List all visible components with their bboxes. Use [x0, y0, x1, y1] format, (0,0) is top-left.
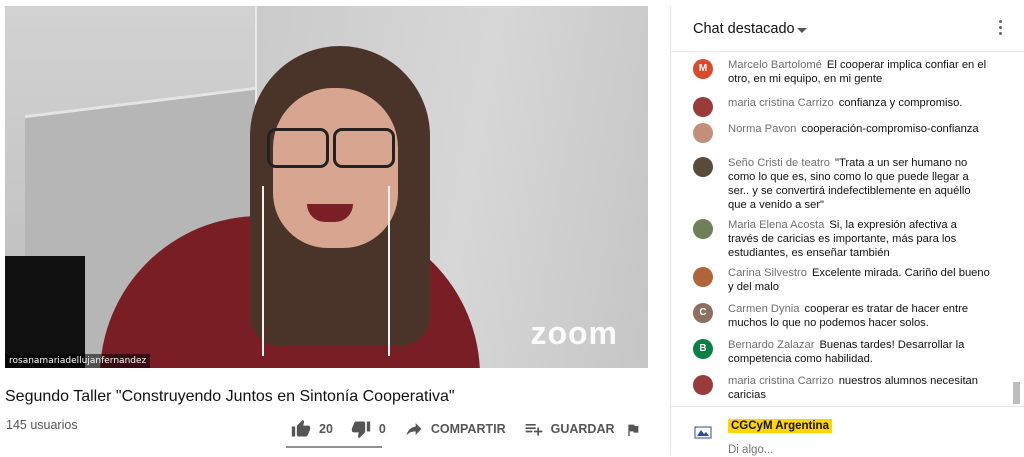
thumbs-down-icon — [351, 421, 371, 439]
chat-author-name[interactable]: Carina Silvestro — [728, 267, 807, 279]
earphone-cable-right — [388, 186, 390, 356]
author-avatar[interactable] — [693, 375, 713, 395]
author-avatar[interactable] — [693, 267, 713, 287]
chat-message-body: Carina Silvestro Excelente mirada. Cariño… — [728, 266, 990, 294]
chat-input-area: CGCyM Argentina — [671, 406, 1024, 457]
chat-message-body: Marcelo Bartolomé El cooperar implica con… — [728, 58, 990, 86]
chat-message-text: cooperación-compromiso-confianza — [801, 123, 979, 135]
chat-message-body: Maria Elena Acosta Si, la expresión afect… — [728, 218, 990, 260]
author-avatar[interactable] — [693, 123, 713, 143]
video-title: Segundo Taller "Construyendo Juntos en S… — [5, 388, 455, 405]
like-button[interactable]: 20 — [290, 419, 333, 439]
thumbs-up-icon — [291, 419, 311, 437]
more-vert-icon[interactable] — [999, 20, 1003, 36]
chat-author-name[interactable]: Marcelo Bartolomé — [728, 59, 822, 71]
chat-scroll-thumb[interactable] — [1013, 382, 1020, 404]
save-button[interactable]: GUARDAR — [523, 419, 615, 439]
speaker-glasses — [267, 128, 397, 168]
dislike-button[interactable]: 0 — [350, 419, 386, 439]
chat-user-name: CGCyM Argentina — [728, 419, 832, 433]
save-label: GUARDAR — [550, 422, 615, 436]
video-player[interactable]: rosanamariadellujanfernandez zoom — [5, 6, 648, 368]
live-chat-panel: Chat destacado M Marcelo Bartolomé El coop… — [670, 6, 1024, 457]
like-ratio-fill — [286, 446, 382, 448]
share-label: COMPARTIR — [430, 422, 506, 436]
playlist-add-icon — [525, 424, 542, 436]
share-button[interactable]: COMPARTIR — [403, 419, 506, 439]
chat-header: Chat destacado — [671, 6, 1024, 52]
chat-author-name[interactable]: Carmen Dynia — [728, 303, 800, 315]
chat-message-list: M Marcelo Bartolomé El cooperar implica co… — [671, 52, 1009, 404]
video-actions: 20 0 COMPARTIR GUARDAR — [290, 419, 632, 439]
dislike-count: 0 — [378, 422, 386, 436]
chat-message-text: confianza y compromiso. — [838, 97, 963, 109]
chat-message-body: Norma Pavon cooperación-compromiso-confia… — [728, 122, 990, 136]
chat-scrollbar[interactable] — [1011, 52, 1021, 404]
author-avatar[interactable]: B — [693, 339, 713, 359]
chat-message-body: maria cristina Carrizo confianza y compro… — [728, 96, 990, 110]
author-avatar[interactable]: M — [693, 59, 713, 79]
user-avatar-icon — [693, 423, 713, 443]
author-avatar[interactable]: C — [693, 303, 713, 323]
chat-author-name[interactable]: Maria Elena Acosta — [728, 219, 824, 231]
chat-author-name[interactable]: maria cristina Carrizo — [728, 375, 834, 387]
speaker-face — [273, 88, 398, 248]
author-avatar[interactable] — [693, 97, 713, 117]
chat-author-name[interactable]: maria cristina Carrizo — [728, 97, 834, 109]
participant-name-overlay: rosanamariadellujanfernandez — [5, 354, 151, 368]
video-shadow — [5, 256, 85, 368]
chat-message-body: Seño Cristi de teatro "Trata a un ser hum… — [728, 156, 990, 212]
viewer-count: 145 usuarios — [6, 418, 78, 432]
author-avatar[interactable] — [693, 157, 713, 177]
chat-mode-label[interactable]: Chat destacado — [693, 21, 795, 37]
zoom-watermark: zoom — [530, 315, 618, 351]
chat-message-body: maria cristina Carrizo nuestros alumnos n… — [728, 374, 990, 402]
earphone-cable-left — [262, 186, 264, 356]
chevron-down-icon[interactable] — [797, 28, 807, 33]
chat-author-name[interactable]: Norma Pavon — [728, 123, 796, 135]
author-avatar[interactable] — [693, 219, 713, 239]
flag-icon[interactable] — [625, 421, 641, 439]
like-count: 20 — [319, 422, 333, 436]
chat-message-body: Bernardo Zalazar Buenas tardes! Desarroll… — [728, 338, 990, 366]
like-ratio-bar — [286, 446, 382, 448]
chat-author-name[interactable]: Seño Cristi de teatro — [728, 157, 830, 169]
share-arrow-icon — [406, 423, 422, 436]
chat-author-name[interactable]: Bernardo Zalazar — [728, 339, 814, 351]
chat-message-body: Carmen Dynia cooperar es tratar de hacer … — [728, 302, 990, 330]
